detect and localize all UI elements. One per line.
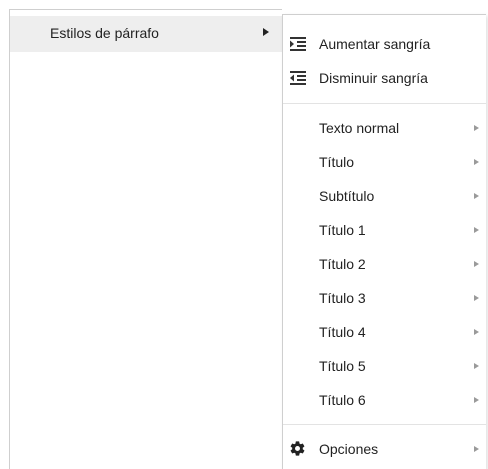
menu-item-heading-1[interactable]: Título 1 xyxy=(283,213,486,247)
submenu-arrow-icon xyxy=(474,227,479,233)
menu-item-heading-5[interactable]: Título 5 xyxy=(283,349,486,383)
menu-item-increase-indent[interactable]: Aumentar sangría xyxy=(283,27,486,61)
menu-item-heading-6[interactable]: Título 6 xyxy=(283,383,486,417)
menu-item-label: Título 1 xyxy=(319,222,366,238)
menu-item-decrease-indent[interactable]: Disminuir sangría xyxy=(283,61,486,95)
submenu-arrow-icon xyxy=(474,295,479,301)
menu-item-label: Título 2 xyxy=(319,256,366,272)
menu-item-label: Título 5 xyxy=(319,358,366,374)
paragraph-styles-submenu: Aumentar sangría Disminuir sangría Texto… xyxy=(282,14,486,469)
submenu-arrow-icon xyxy=(474,397,479,403)
decrease-indent-icon xyxy=(290,71,306,85)
menu-item-label: Aumentar sangría xyxy=(319,36,431,52)
menu-separator xyxy=(283,424,486,425)
menu-item-label: Estilos de párrafo xyxy=(50,25,159,41)
menu-item-title[interactable]: Título xyxy=(283,145,486,179)
gear-icon xyxy=(290,441,305,456)
menu-item-label: Título 4 xyxy=(319,324,366,340)
menu-stage: Estilos de párrafo Aumentar sangría Dism… xyxy=(0,0,488,469)
menu-item-label: Texto normal xyxy=(319,120,400,136)
submenu-arrow-icon xyxy=(474,125,479,131)
menu-item-label: Disminuir sangría xyxy=(319,70,428,86)
menu-separator xyxy=(283,103,486,104)
menu-item-heading-4[interactable]: Título 4 xyxy=(283,315,486,349)
submenu-arrow-icon xyxy=(474,193,479,199)
menu-item-label: Título 3 xyxy=(319,290,366,306)
menu-item-label: Título 6 xyxy=(319,392,366,408)
menu-item-subtitle[interactable]: Subtítulo xyxy=(283,179,486,213)
menu-item-label: Título xyxy=(319,154,355,170)
menu-item-label: Opciones xyxy=(319,441,379,457)
submenu-arrow-icon xyxy=(474,329,479,335)
menu-item-label: Subtítulo xyxy=(319,188,375,204)
menu-item-heading-3[interactable]: Título 3 xyxy=(283,281,486,315)
menu-item-options[interactable]: Opciones xyxy=(283,432,486,466)
menu-item-heading-2[interactable]: Título 2 xyxy=(283,247,486,281)
menu-item-paragraph-styles[interactable]: Estilos de párrafo xyxy=(10,16,282,52)
submenu-arrow-icon xyxy=(474,446,479,452)
submenu-arrow-icon xyxy=(263,28,269,36)
submenu-arrow-icon xyxy=(474,261,479,267)
menu-item-normal-text[interactable]: Texto normal xyxy=(283,111,486,145)
format-menu: Estilos de párrafo xyxy=(9,9,282,469)
submenu-arrow-icon xyxy=(474,159,479,165)
increase-indent-icon xyxy=(290,37,306,51)
submenu-arrow-icon xyxy=(474,363,479,369)
